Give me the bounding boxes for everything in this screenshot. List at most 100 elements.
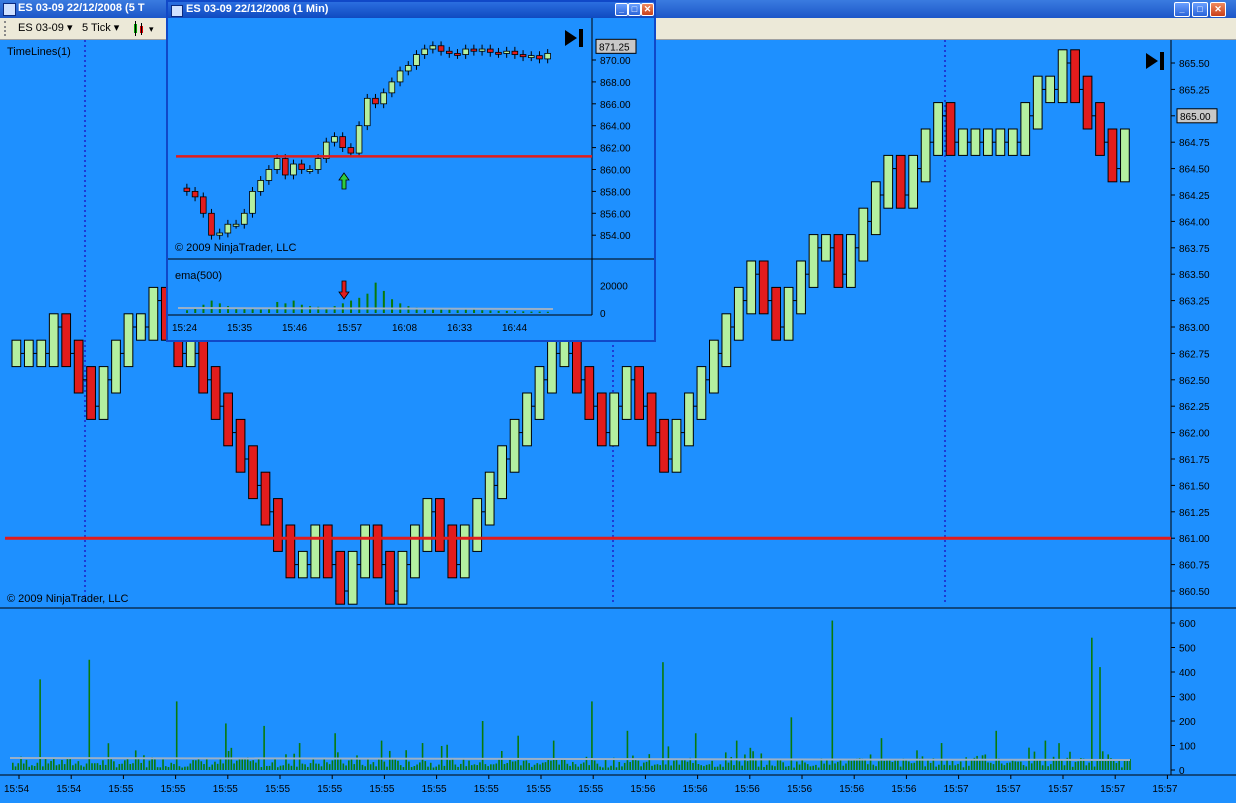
- price-bar: [447, 524, 458, 579]
- price-bar: [758, 260, 769, 315]
- volume-bar: [145, 767, 148, 770]
- time-label: 15:57: [1152, 784, 1177, 795]
- volume-bar: [1077, 761, 1079, 770]
- volume-bar: [312, 758, 315, 770]
- time-label: 15:55: [526, 784, 551, 795]
- volume-bar: [826, 758, 828, 770]
- volume-bar: [632, 755, 634, 770]
- volume-bar: [1003, 765, 1006, 770]
- time-label: 15:55: [422, 784, 447, 795]
- instrument-selector[interactable]: ES 03-09 ▾: [18, 21, 72, 36]
- volume-bar: [905, 759, 907, 770]
- popup-chart-svg[interactable]: 870.00 868.00 866.00 864.00 862.00 860.00 858.…: [168, 18, 654, 340]
- price-bar: [434, 498, 445, 552]
- volume-bar: [134, 750, 137, 770]
- volume-bar: [162, 759, 164, 770]
- volume-bar: [763, 766, 765, 770]
- volume-bar: [957, 763, 959, 770]
- popup-candle: [478, 48, 486, 52]
- volume-bar: [853, 760, 855, 770]
- volume-bar: [793, 767, 795, 770]
- volume-bar: [33, 766, 36, 770]
- volume-bar: [42, 766, 44, 770]
- volume-bar: [1052, 756, 1055, 770]
- volume-bar: [673, 760, 675, 770]
- price-tick-label: 864.25: [1179, 191, 1210, 202]
- popup-title-bar[interactable]: ES 03-09 22/12/2008 (1 Min) _ □ ✕: [168, 2, 654, 18]
- volume-bar: [282, 765, 285, 770]
- maximize-button[interactable]: □: [1192, 2, 1208, 17]
- time-label: 15:55: [578, 784, 603, 795]
- volume-bar: [96, 763, 99, 770]
- volume-bar: [203, 764, 205, 770]
- popup-candle: [208, 212, 215, 236]
- price-bar: [883, 154, 894, 209]
- close-button[interactable]: ✕: [1210, 2, 1226, 17]
- price-bar: [273, 498, 283, 552]
- popup-candle: [314, 158, 322, 170]
- popup-ema-line: [177, 307, 554, 310]
- chevron-down-icon: ▾: [66, 22, 73, 34]
- volume-bar: [626, 730, 629, 770]
- volume-tick-label: 0: [1179, 766, 1185, 777]
- volume-bar: [711, 760, 713, 770]
- price-bar: [1057, 49, 1068, 104]
- volume-bar: [468, 760, 470, 770]
- price-bar: [547, 339, 557, 394]
- volume-bar: [345, 765, 347, 770]
- popup-copyright: © 2009 NinjaTrader, LLC: [175, 242, 297, 254]
- time-label: 15:56: [839, 784, 864, 795]
- volume-bar: [484, 764, 487, 770]
- volume-bar: [200, 761, 203, 770]
- volume-bar: [372, 762, 375, 770]
- popup-volume-bar: [382, 290, 385, 313]
- volume-bar: [465, 766, 468, 770]
- volume-bar: [156, 767, 159, 770]
- volume-bar: [588, 765, 590, 770]
- popup-maximize-button[interactable]: □: [628, 3, 641, 16]
- volume-bar: [522, 760, 525, 770]
- volume-bar: [577, 766, 580, 770]
- price-bar: [596, 392, 607, 447]
- volume-bar: [760, 753, 763, 770]
- price-bar: [709, 339, 719, 394]
- volume-bar: [315, 763, 317, 770]
- popup-volume-bar: [366, 293, 369, 313]
- popup-minimize-button[interactable]: _: [615, 3, 628, 16]
- chevron-down-icon: ▾: [113, 22, 120, 34]
- interval-selector[interactable]: 5 Tick ▾: [82, 21, 119, 36]
- volume-bar: [659, 765, 662, 770]
- chart-style-button[interactable]: ▾: [132, 21, 162, 36]
- volume-bar: [208, 766, 211, 770]
- interval-label: 5 Tick: [82, 22, 111, 34]
- popup-candle: [339, 136, 346, 149]
- price-bar: [721, 313, 732, 368]
- popup-candle: [306, 169, 314, 172]
- price-bar: [858, 207, 869, 262]
- popup-time-label: 16:33: [447, 323, 472, 334]
- popup-candle: [249, 190, 256, 214]
- popup-candle: [363, 97, 371, 127]
- popup-close-button[interactable]: ✕: [641, 3, 654, 16]
- popup-price-tick-label: 862.00: [600, 144, 631, 155]
- popup-candle: [396, 70, 404, 83]
- volume-bar: [984, 754, 987, 770]
- popup-candle: [273, 158, 281, 170]
- minimize-button[interactable]: _: [1174, 2, 1190, 17]
- price-bar: [223, 392, 233, 447]
- time-label: 15:55: [108, 784, 133, 795]
- volume-bar: [58, 764, 61, 770]
- price-bar: [1082, 75, 1093, 130]
- volume-bar: [91, 763, 93, 770]
- volume-bar: [323, 759, 326, 770]
- popup-chart-window[interactable]: ES 03-09 22/12/2008 (1 Min) _ □ ✕ 870.00…: [166, 0, 656, 342]
- volume-bar: [85, 763, 88, 770]
- volume-bar: [1063, 765, 1066, 770]
- volume-bar: [815, 764, 817, 770]
- volume-bar: [607, 767, 610, 770]
- volume-bar: [25, 759, 28, 770]
- volume-bar: [755, 760, 757, 770]
- popup-volume-bar: [358, 297, 361, 313]
- time-label: 15:55: [265, 784, 290, 795]
- volume-bar: [268, 765, 271, 770]
